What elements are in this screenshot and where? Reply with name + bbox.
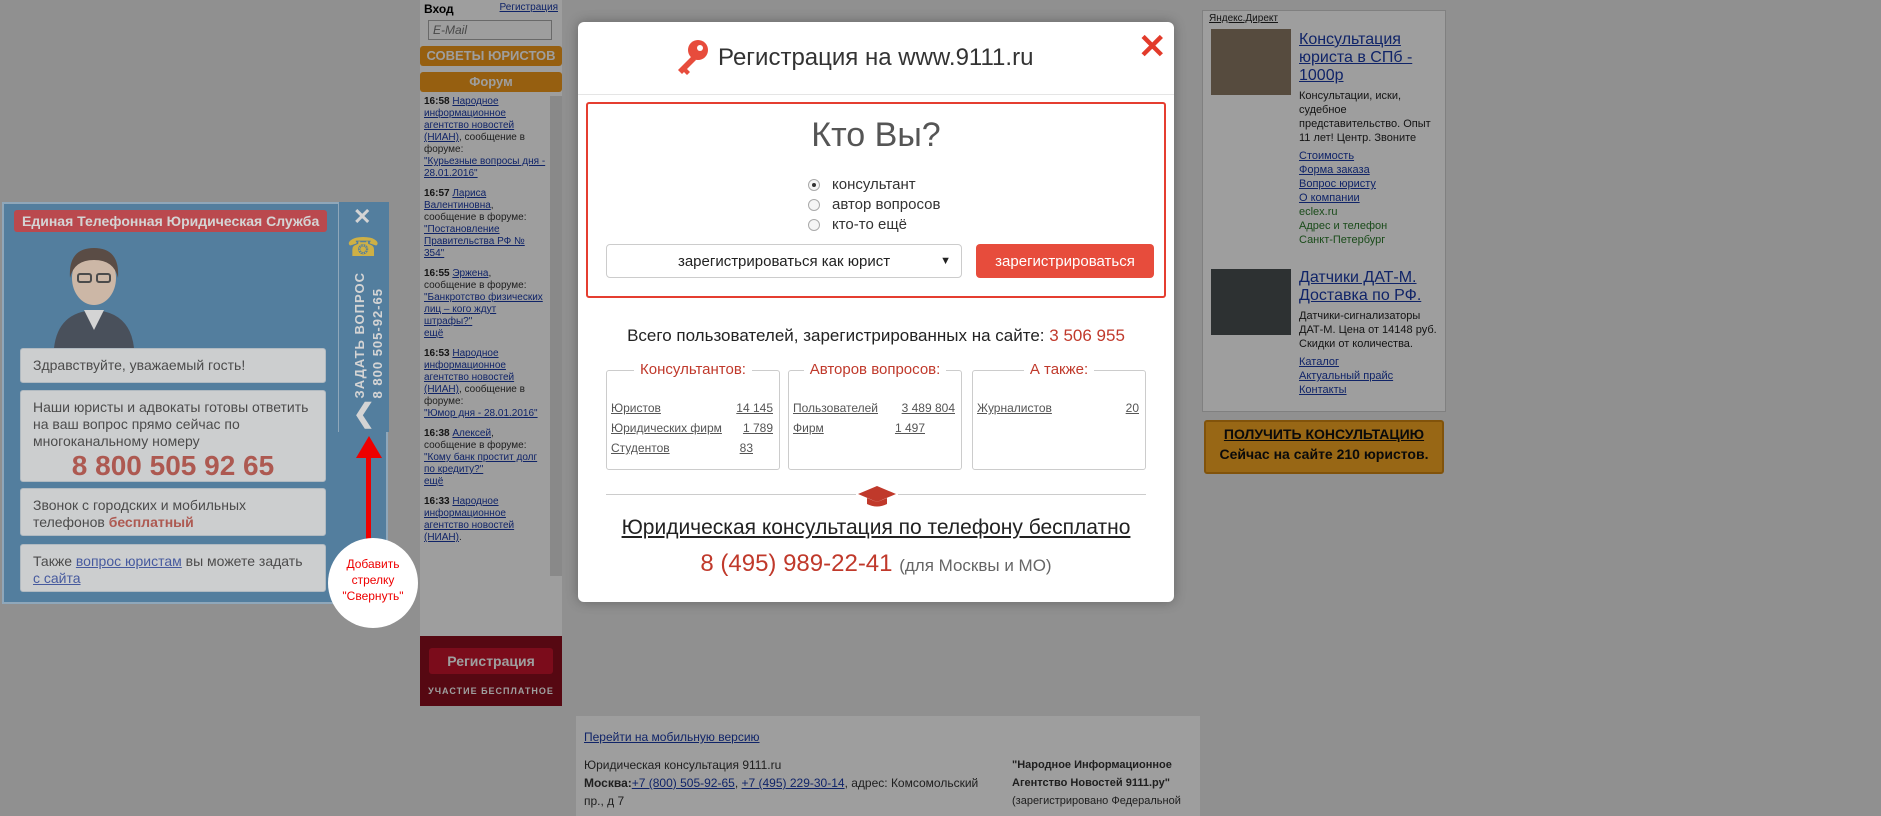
modal-title: Регистрация на www.9111.ru xyxy=(718,44,1034,71)
annotation-circle: Добавить стрелку "Свернуть" xyxy=(328,538,418,628)
role-select[interactable]: зарегистрироваться как юрист ▼ xyxy=(606,244,962,278)
total-users: Всего пользователей, зарегистрированных … xyxy=(627,326,1125,345)
key-icon xyxy=(678,40,708,75)
widget-phone[interactable]: 8 800 505 92 65 xyxy=(33,450,313,482)
free-consultation-text[interactable]: Юридическая консультация по телефону бес… xyxy=(578,516,1174,540)
role-radio-consultant[interactable]: консультант xyxy=(808,176,916,193)
role-radio-author[interactable]: автор вопросов xyxy=(808,196,940,213)
radio-button[interactable] xyxy=(808,218,820,231)
greeting-bubble: Здравствуйте, уважаемый гость! xyxy=(20,348,326,383)
stat-authors: Авторов вопросов: Пользователей 3 489 804… xyxy=(788,361,962,470)
stat-consultants: Консультантов: Юристов 14 145 Юридических… xyxy=(606,361,780,470)
modal-phone: 8 (495) 989-22-41 (для Москвы и МО) xyxy=(700,550,1052,577)
register-submit-button[interactable]: зарегистрироваться xyxy=(976,244,1154,278)
collapse-arrow-icon[interactable]: ❮ xyxy=(353,398,375,429)
who-title: Кто Вы? xyxy=(811,116,941,154)
role-selection-box: Кто Вы? консультант автор вопросов кто-т… xyxy=(586,102,1166,298)
caret-down-icon: ▼ xyxy=(940,255,951,267)
widget-title: Единая Телефонная Юридическая Служба xyxy=(14,210,328,232)
annotation-arrow xyxy=(366,450,371,546)
phone-handset-icon: ☎ xyxy=(347,232,380,262)
registration-modal: Регистрация на www.9111.ru ✕ Кто Вы? кон… xyxy=(578,22,1174,602)
close-icon[interactable]: ✕ xyxy=(1138,30,1167,64)
close-widget-icon[interactable]: ✕ xyxy=(353,204,371,230)
call-bubble: Звонок с городских и мобильных телефонов… xyxy=(20,488,326,536)
modal-header: Регистрация на www.9111.ru ✕ xyxy=(578,22,1174,95)
phone-widget: Единая Телефонная Юридическая Служба Здр… xyxy=(2,202,388,604)
info-bubble: Наши юристы и адвокаты готовы ответить н… xyxy=(20,390,326,482)
radio-button[interactable] xyxy=(808,178,820,191)
ask-question-tab[interactable]: ✕ ☎ ЗАДАТЬ ВОПРОС 8 800 505-92-65 ❮ xyxy=(338,202,389,432)
consultant-avatar xyxy=(54,248,134,348)
stat-also: А также: Журналистов 20 xyxy=(972,361,1146,470)
graduation-cap-icon xyxy=(856,482,898,508)
also-bubble: Также вопрос юристам вы можете задать с … xyxy=(20,544,326,592)
radio-button[interactable] xyxy=(808,198,820,211)
role-radio-other[interactable]: кто-то ещё xyxy=(808,216,907,233)
